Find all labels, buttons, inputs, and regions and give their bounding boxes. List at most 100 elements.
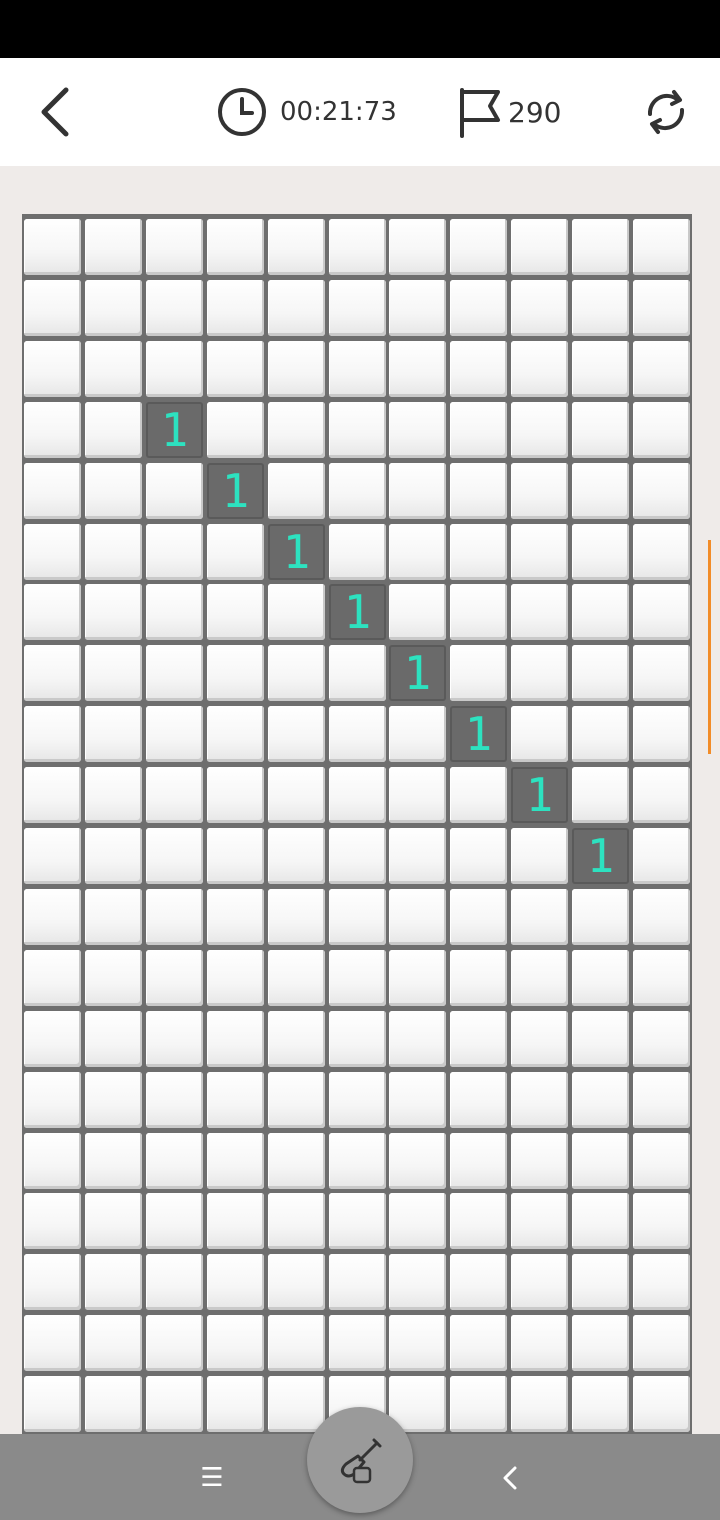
board-cell[interactable] [633,219,690,275]
board-cell[interactable] [85,280,142,336]
board-cell[interactable] [633,524,690,580]
board-cell[interactable] [572,1376,629,1432]
board-cell[interactable] [450,524,507,580]
board-cell[interactable] [24,1315,81,1371]
board-cell[interactable] [268,889,325,945]
board-cell[interactable] [146,280,203,336]
restart-button[interactable] [636,82,696,142]
board-cell[interactable] [268,402,325,458]
board-cell[interactable] [633,280,690,336]
board-cell[interactable] [207,524,264,580]
board-cell[interactable] [450,645,507,701]
board-cell[interactable] [24,828,81,884]
board-cell[interactable] [329,889,386,945]
board-cell[interactable] [450,1254,507,1310]
board-cell[interactable] [24,1376,81,1432]
board-cell[interactable] [572,645,629,701]
board-cell[interactable] [389,1254,446,1310]
board-cell[interactable] [85,828,142,884]
board-cell[interactable] [572,1315,629,1371]
board-cell[interactable] [268,1315,325,1371]
board-cell[interactable] [572,584,629,640]
board-cell[interactable] [24,524,81,580]
board-cell[interactable] [633,1193,690,1249]
board-cell[interactable] [24,1254,81,1310]
board-cell[interactable] [146,828,203,884]
board-cell[interactable] [511,645,568,701]
board-cell[interactable] [85,219,142,275]
board-cell[interactable] [329,706,386,762]
board-cell[interactable] [633,645,690,701]
board-cell[interactable] [85,402,142,458]
board-cell[interactable] [450,1376,507,1432]
board-cell[interactable] [207,1193,264,1249]
board-cell[interactable] [85,645,142,701]
board-cell[interactable] [146,524,203,580]
board-cell[interactable] [24,645,81,701]
board-cell[interactable] [207,828,264,884]
board-cell[interactable] [207,1133,264,1189]
board-cell[interactable] [389,1193,446,1249]
board-cell[interactable] [572,1011,629,1067]
board-cell[interactable] [450,1072,507,1128]
board-cell[interactable] [207,706,264,762]
board-cell[interactable] [450,767,507,823]
board-cell[interactable] [572,463,629,519]
board-cell[interactable] [572,524,629,580]
board-cell[interactable] [633,1254,690,1310]
board-cell[interactable] [633,341,690,397]
board-cell[interactable] [85,1193,142,1249]
board-cell[interactable] [633,584,690,640]
board-cell[interactable] [268,584,325,640]
board-cell[interactable] [85,1133,142,1189]
board-cell[interactable] [572,219,629,275]
board-cell[interactable] [389,1072,446,1128]
board-cell[interactable] [24,1193,81,1249]
board-cell[interactable] [24,280,81,336]
board-cell[interactable] [85,1254,142,1310]
back-button[interactable] [26,82,82,142]
board-cell[interactable] [207,645,264,701]
nav-back-button[interactable] [490,1458,530,1498]
board-cell[interactable] [268,1011,325,1067]
board-cell[interactable] [329,1011,386,1067]
board-cell[interactable] [633,889,690,945]
board-cell[interactable] [511,463,568,519]
board-cell[interactable] [24,767,81,823]
board-cell[interactable] [572,280,629,336]
board-cell[interactable] [146,584,203,640]
board-cell[interactable] [24,584,81,640]
board-cell[interactable] [633,402,690,458]
board-cell[interactable] [450,280,507,336]
board-cell[interactable] [450,219,507,275]
board-cell[interactable] [633,1133,690,1189]
board-cell[interactable] [389,463,446,519]
board-cell[interactable] [85,1011,142,1067]
board-cell[interactable] [511,1193,568,1249]
board-cell[interactable] [450,341,507,397]
board-cell[interactable] [146,1072,203,1128]
board-cell[interactable] [450,1315,507,1371]
board-cell[interactable] [268,463,325,519]
board-cell[interactable] [389,341,446,397]
board-cell[interactable] [207,767,264,823]
board-cell[interactable] [329,1315,386,1371]
board-cell[interactable] [633,1072,690,1128]
board-cell[interactable] [329,524,386,580]
board-cell[interactable] [633,1011,690,1067]
board-cell[interactable] [389,1011,446,1067]
menu-icon[interactable]: ☰ [192,1458,232,1498]
board-cell[interactable] [24,341,81,397]
board-cell[interactable] [329,1193,386,1249]
board-cell[interactable] [268,341,325,397]
board-cell[interactable] [146,341,203,397]
board-cell[interactable] [146,219,203,275]
board-cell[interactable] [268,645,325,701]
board-cell[interactable] [207,341,264,397]
board-cell[interactable] [24,1133,81,1189]
board-cell[interactable] [572,1072,629,1128]
board-cell[interactable] [24,219,81,275]
board-cell[interactable] [572,767,629,823]
board-cell[interactable] [329,1072,386,1128]
board-cell[interactable] [511,341,568,397]
